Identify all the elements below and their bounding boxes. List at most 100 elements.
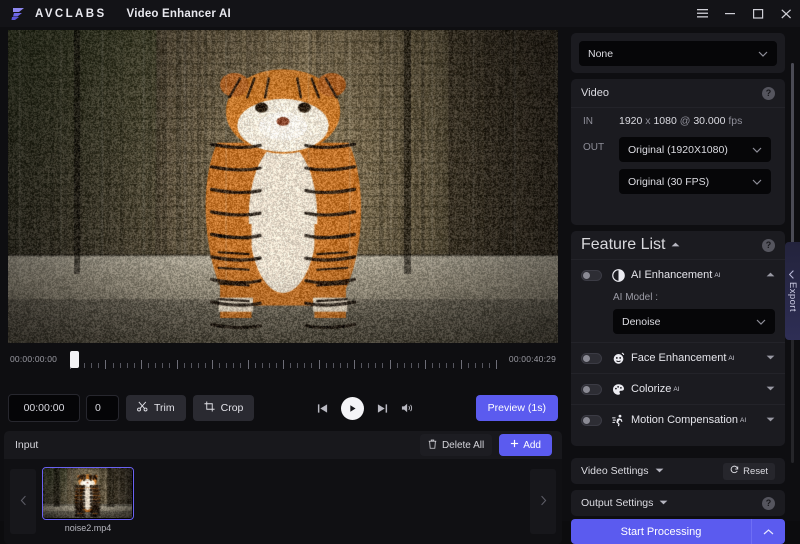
feature-list-title: Feature List (581, 236, 665, 254)
feature-list-header[interactable]: Feature List ? (571, 231, 785, 259)
ai-badge: AI (714, 272, 720, 279)
brand-name: AVCLABS (35, 8, 107, 20)
ai-badge: AI (728, 355, 734, 362)
export-tab[interactable]: Export (785, 242, 800, 340)
input-prev-button[interactable] (10, 469, 36, 534)
feature-list-card: Feature List ? AI Enhancement AI AI Mode… (571, 231, 785, 446)
close-icon[interactable] (772, 0, 800, 27)
feature-ai-enhancement[interactable]: AI Enhancement AI (571, 260, 785, 290)
ai-model-value: Denoise (622, 316, 661, 328)
chevron-left-icon (789, 270, 796, 279)
toggle-ai-enhancement[interactable] (581, 270, 602, 281)
transport-controls (317, 397, 414, 420)
output-resolution-select[interactable]: Original (1920X1080) (619, 137, 771, 162)
output-settings-header[interactable]: Output Settings ? (571, 490, 785, 516)
crop-button[interactable]: Crop (193, 395, 255, 421)
ai-model-select[interactable]: Denoise (613, 309, 775, 334)
preset-select[interactable]: None (579, 41, 777, 66)
caret-up-icon (671, 242, 680, 249)
help-icon[interactable]: ? (762, 497, 775, 510)
add-button[interactable]: Add (499, 434, 552, 456)
app-title: Video Enhancer AI (127, 8, 231, 20)
preview-button[interactable]: Preview (1s) (476, 395, 558, 421)
scissors-icon (137, 401, 148, 415)
video-in-label: IN (583, 116, 619, 127)
chevron-down-icon (752, 144, 762, 156)
current-time-input[interactable]: 00:00:00 (8, 394, 80, 422)
chevron-left-icon (20, 494, 27, 509)
hamburger-menu-icon[interactable] (688, 0, 716, 27)
video-card-header: Video ? (571, 79, 785, 107)
divider (571, 107, 785, 108)
video-settings-header[interactable]: Video Settings Reset (571, 458, 785, 484)
video-frame-tiger (8, 30, 558, 343)
feature-motion-compensation[interactable]: Motion Compensation AI (571, 405, 785, 435)
caret-down-icon[interactable] (766, 355, 775, 362)
reset-label: Reset (743, 466, 768, 477)
add-label: Add (523, 440, 541, 451)
palette-icon (611, 382, 625, 396)
video-preview[interactable] (8, 30, 558, 343)
chevron-down-icon (752, 176, 762, 188)
toggle-motion-compensation[interactable] (581, 415, 602, 426)
output-framerate-select[interactable]: Original (30 FPS) (619, 169, 771, 194)
caret-down-icon (659, 500, 668, 507)
ai-badge: AI (673, 386, 679, 393)
toggle-colorize[interactable] (581, 384, 602, 395)
input-panel-title: Input (15, 439, 38, 451)
frame-number-input[interactable]: 0 (86, 395, 119, 421)
running-person-icon (611, 413, 625, 427)
caret-up-icon[interactable] (766, 272, 775, 279)
skip-next-icon[interactable] (377, 403, 388, 414)
chevron-right-icon (540, 494, 547, 509)
thumbnail-image (43, 468, 132, 518)
timeline-ruler[interactable] (70, 360, 496, 372)
feature-label: Colorize (631, 383, 671, 395)
video-settings-card[interactable]: Video Settings Reset (571, 458, 785, 484)
caret-down-icon[interactable] (766, 386, 775, 393)
video-card: Video ? IN 1920 x 1080 @ 30.000 fps OUT (571, 79, 785, 225)
input-panel-body: noise2.mp4 (4, 459, 562, 544)
editor-area: 00:00:00:00 00:00:40:29 00:00:00 0 Trim (0, 27, 566, 521)
feature-colorize[interactable]: Colorize AI (571, 374, 785, 404)
help-icon[interactable]: ? (762, 239, 775, 252)
input-panel: Input Delete All Add noise2.mp4 (4, 431, 562, 544)
maximize-icon[interactable] (744, 0, 772, 27)
input-thumbnail[interactable] (42, 467, 134, 520)
trim-label: Trim (154, 402, 175, 414)
list-item[interactable]: noise2.mp4 (42, 467, 134, 537)
help-icon[interactable]: ? (762, 87, 775, 100)
reset-button[interactable]: Reset (723, 463, 775, 480)
video-in-row: IN 1920 x 1080 @ 30.000 fps (583, 115, 742, 127)
input-next-button[interactable] (530, 469, 556, 534)
caret-down-icon[interactable] (766, 417, 775, 424)
export-tab-label: Export (787, 282, 798, 312)
caret-down-icon (655, 468, 664, 475)
video-settings-title: Video Settings (581, 465, 649, 477)
chevron-down-icon (758, 48, 768, 60)
output-settings-card[interactable]: Output Settings ? (571, 490, 785, 516)
toggle-face-enhancement[interactable] (581, 353, 602, 364)
video-card-title: Video (581, 87, 609, 99)
skip-previous-icon[interactable] (317, 403, 328, 414)
crop-label: Crop (221, 402, 244, 414)
delete-all-label: Delete All (442, 440, 484, 451)
app-window: AVCLABS Video Enhancer AI 00:00:00:00 00… (0, 0, 800, 521)
start-processing-button[interactable]: Start Processing (571, 519, 785, 544)
window-controls (688, 0, 800, 27)
output-resolution-value: Original (1920X1080) (628, 144, 728, 156)
play-button[interactable] (341, 397, 364, 420)
speaker-icon[interactable] (401, 402, 414, 414)
playback-controls: 00:00:00 0 Trim Crop Preview (1s) (8, 394, 558, 422)
timeline[interactable]: 00:00:00:00 00:00:40:29 (8, 349, 558, 379)
trim-button[interactable]: Trim (126, 395, 186, 421)
crop-icon (204, 401, 215, 415)
minimize-icon[interactable] (716, 0, 744, 27)
video-in-value: 1920 x 1080 @ 30.000 fps (619, 115, 742, 127)
output-framerate-value: Original (30 FPS) (628, 176, 709, 188)
chevron-up-icon[interactable] (751, 519, 785, 544)
feature-face-enhancement[interactable]: Face Enhancement AI (571, 343, 785, 373)
delete-all-button[interactable]: Delete All (420, 434, 492, 456)
timeline-playhead[interactable] (70, 351, 79, 368)
video-out-label: OUT (583, 142, 619, 153)
